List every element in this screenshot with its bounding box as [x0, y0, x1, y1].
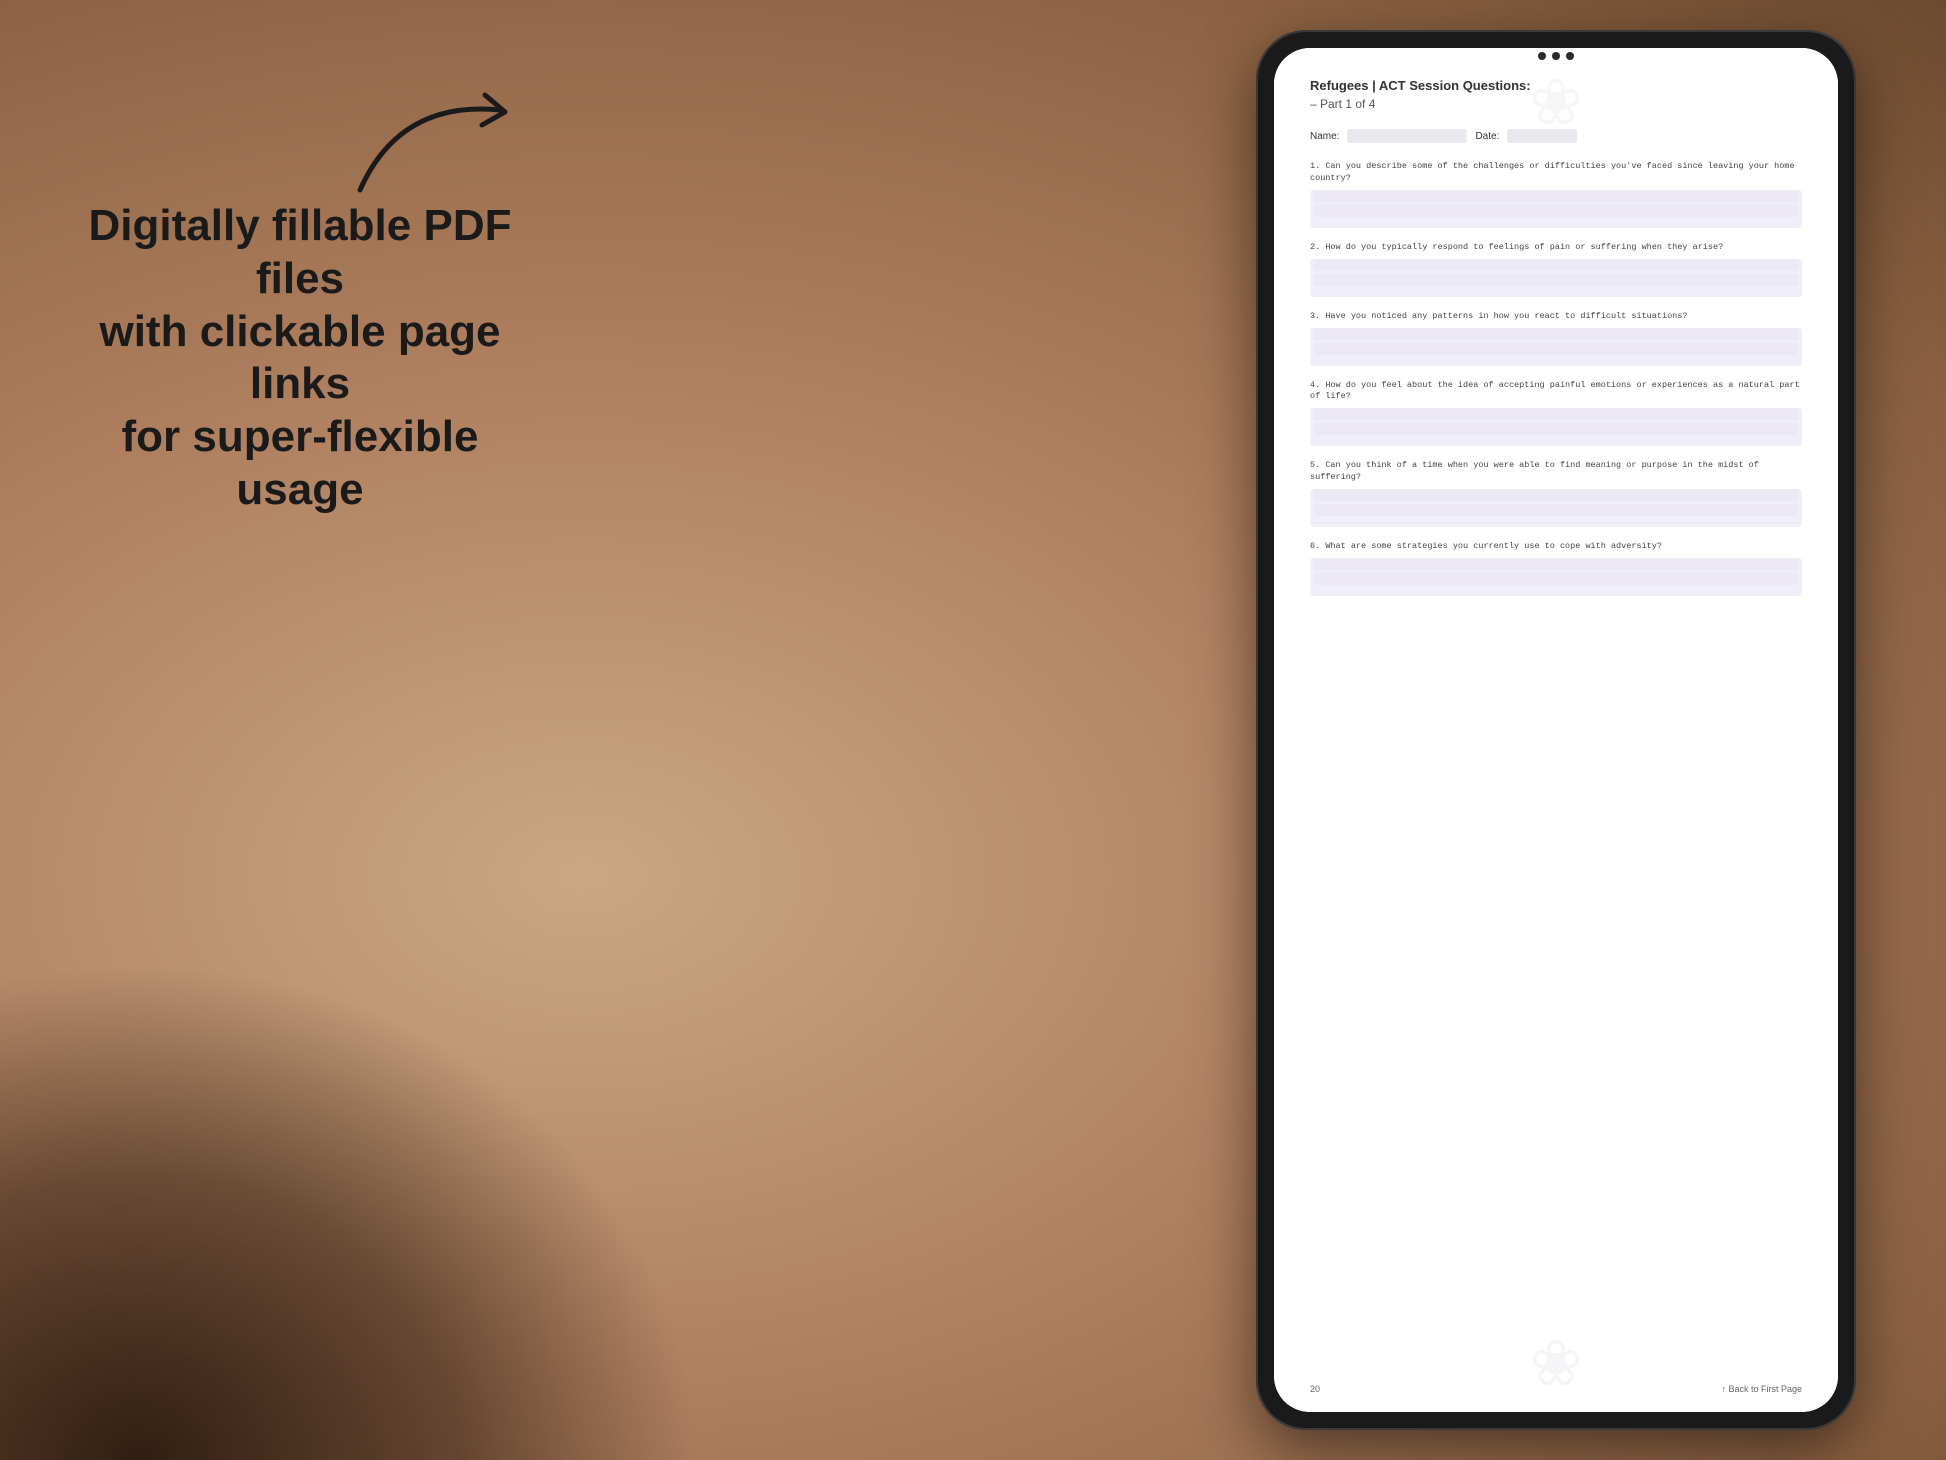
tablet-frame: ❀ Refugees | ACT Session Questions: – Pa…	[1256, 30, 1856, 1430]
tablet-screen: ❀ Refugees | ACT Session Questions: – Pa…	[1274, 48, 1838, 1412]
camera-dot-2	[1552, 52, 1560, 60]
question-6: 6. What are some strategies you currentl…	[1310, 541, 1802, 596]
date-label: Date:	[1475, 131, 1499, 142]
watermark-top: ❀	[1532, 50, 1580, 149]
tablet-camera-bar	[1516, 48, 1596, 64]
name-field[interactable]	[1347, 129, 1467, 143]
question-3-text: 3. Have you noticed any patterns in how …	[1310, 311, 1802, 323]
question-3: 3. Have you noticed any patterns in how …	[1310, 311, 1802, 366]
question-2: 2. How do you typically respond to feeli…	[1310, 242, 1802, 297]
question-2-text: 2. How do you typically respond to feeli…	[1310, 242, 1802, 254]
page-number: 20	[1310, 1384, 1320, 1394]
tablet-device: ❀ Refugees | ACT Session Questions: – Pa…	[1256, 30, 1856, 1430]
marketing-text-area: Digitally fillable PDF files with clicka…	[60, 200, 540, 517]
answer-5-area[interactable]	[1310, 489, 1802, 527]
question-4: 4. How do you feel about the idea of acc…	[1310, 380, 1802, 447]
answer-4-area[interactable]	[1310, 408, 1802, 446]
question-1: 1. Can you describe some of the challeng…	[1310, 161, 1802, 228]
question-5-text: 5. Can you think of a time when you were…	[1310, 460, 1802, 484]
camera-dot-3	[1566, 52, 1574, 60]
answer-1-area[interactable]	[1310, 190, 1802, 228]
watermark-bottom: ❀	[1532, 1311, 1580, 1410]
answer-3-area[interactable]	[1310, 328, 1802, 366]
answer-6-area[interactable]	[1310, 558, 1802, 596]
question-6-text: 6. What are some strategies you currentl…	[1310, 541, 1802, 553]
marketing-headline: Digitally fillable PDF files with clicka…	[60, 200, 540, 517]
answer-2-area[interactable]	[1310, 259, 1802, 297]
arrow-icon	[340, 80, 560, 210]
question-1-text: 1. Can you describe some of the challeng…	[1310, 161, 1802, 185]
pdf-document: ❀ Refugees | ACT Session Questions: – Pa…	[1274, 48, 1838, 1412]
question-5: 5. Can you think of a time when you were…	[1310, 460, 1802, 527]
camera-dot-1	[1538, 52, 1546, 60]
name-label: Name:	[1310, 131, 1339, 142]
question-4-text: 4. How do you feel about the idea of acc…	[1310, 380, 1802, 404]
back-to-first-page-link[interactable]: ↑ Back to First Page	[1721, 1384, 1802, 1394]
